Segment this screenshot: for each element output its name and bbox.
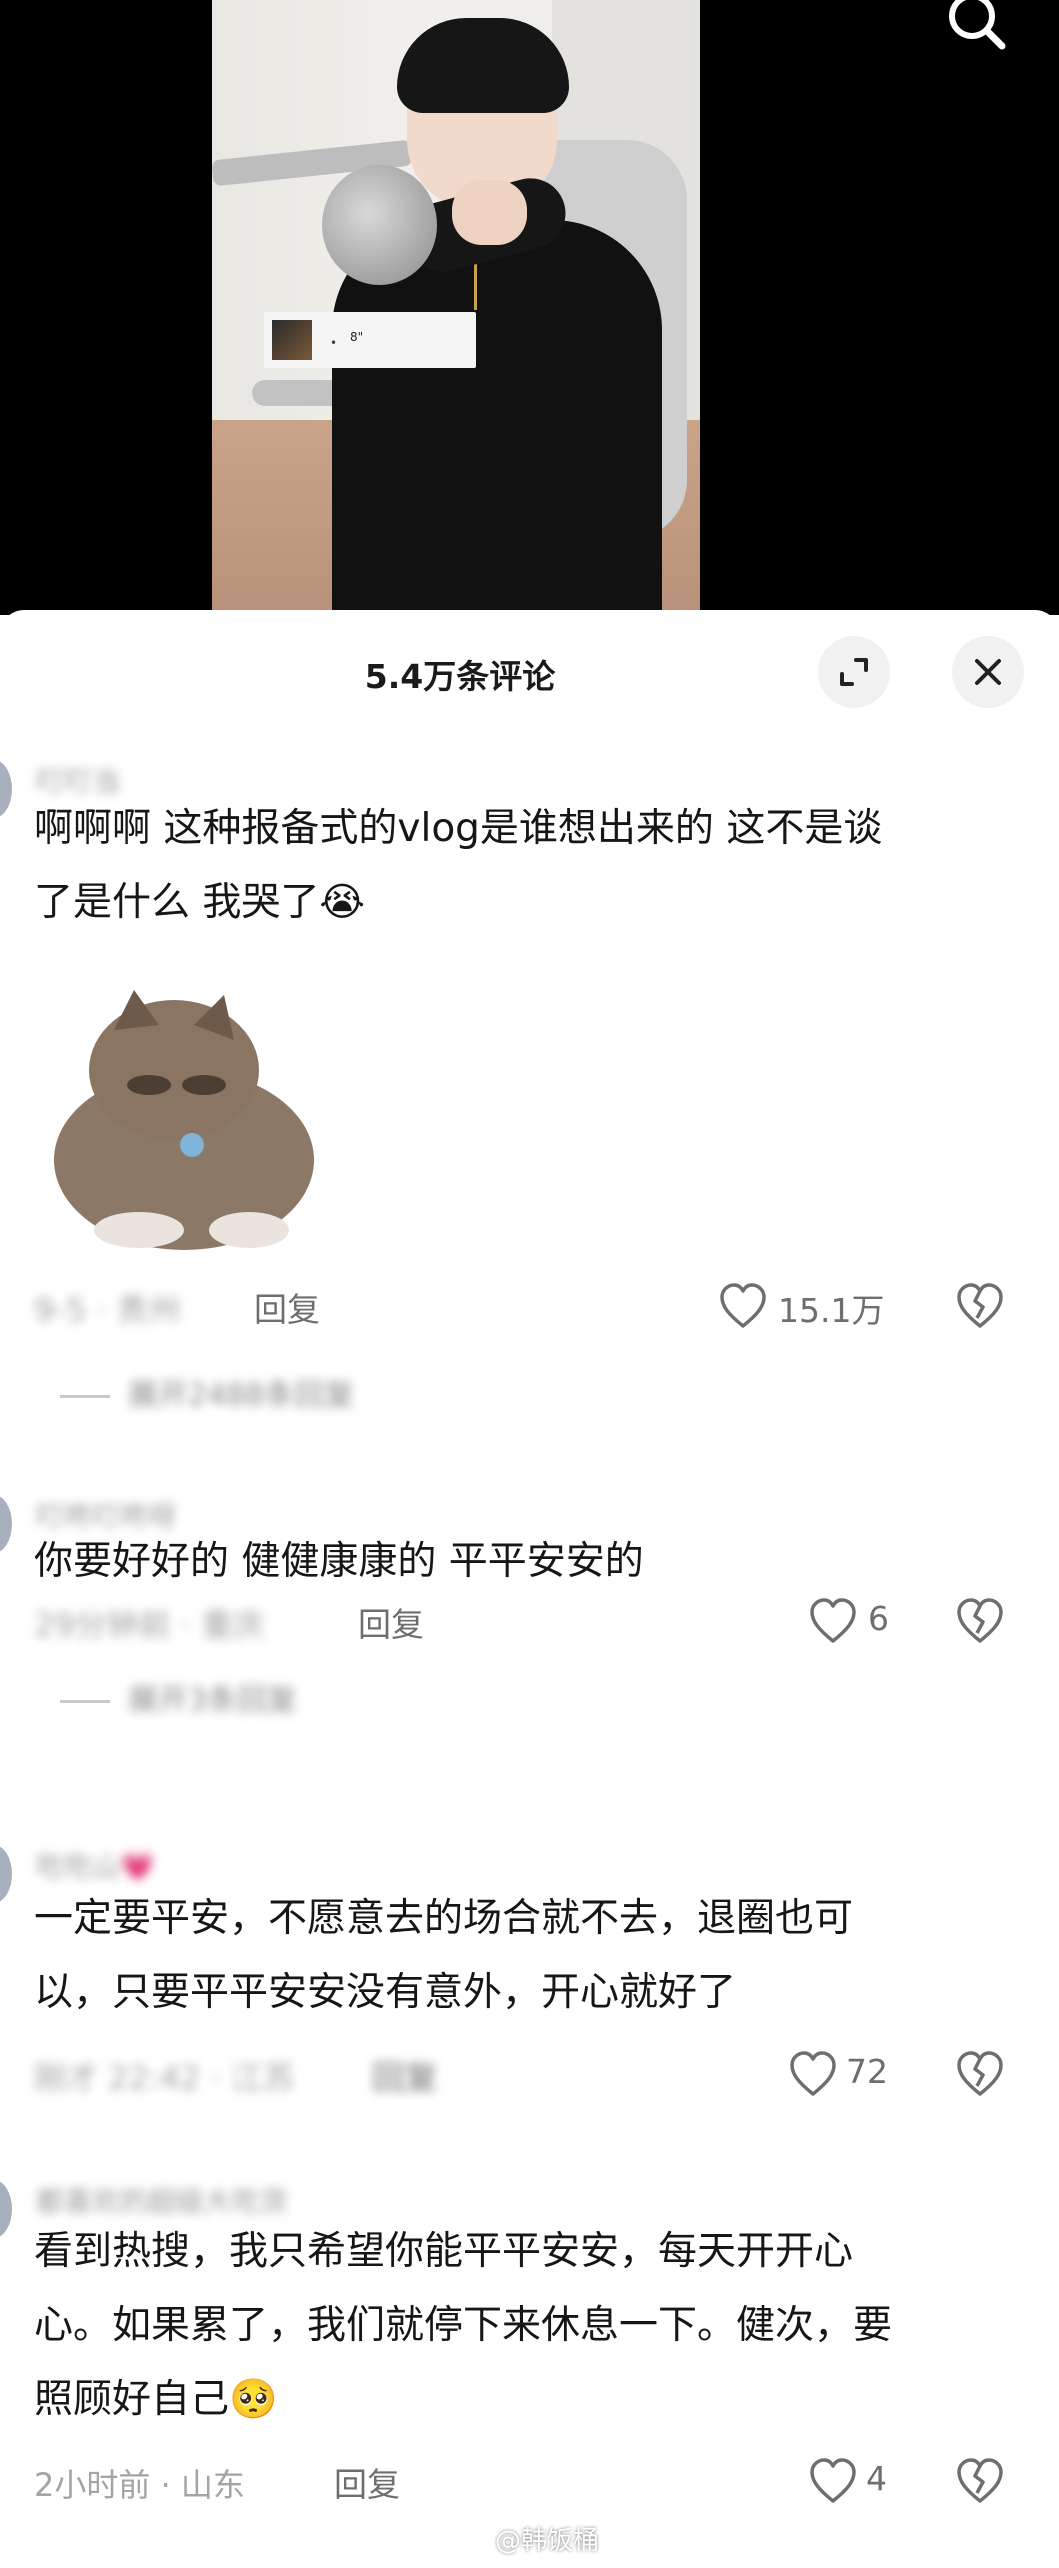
watermark-text: @韩饭桶 — [495, 2526, 600, 2556]
expand-button[interactable] — [818, 636, 890, 708]
comment-item: 吃吃山💗 一定要平安，不愿意去的场合就不去，退圈也可 以，只要平平安安没有意外，… — [0, 1845, 1059, 2165]
expand-replies-button[interactable]: 展开2488条回复 — [60, 1370, 354, 1414]
weibo-logo-icon — [453, 2530, 488, 2555]
comment-time-location: 刚才 22:42 · 江苏 — [34, 2059, 295, 2097]
comment-text-line: 心。如果累了，我们就停下来休息一下。健次，要 — [34, 2303, 893, 2348]
comment-username[interactable]: 吃吃山💗 — [36, 1845, 155, 1885]
avatar[interactable] — [0, 760, 12, 818]
comment-item: 都喜欢的超级大吃货 看到热搜，我只希望你能平平安安，每天开开心 心。如果累了，我… — [0, 2180, 1059, 2560]
avatar[interactable] — [0, 1845, 12, 1903]
comments-count-title: 5.4万条评论 — [364, 657, 556, 696]
video-player[interactable]: • 8" — [0, 0, 1059, 615]
comments-panel: 5.4万条评论 叮叮当 啊啊啊 这种报备式的vlog是谁想出来的 这不是谈 了是… — [0, 610, 1059, 2568]
comment-text-line: 你要好好的 健健康康的 平平安安的 — [34, 1539, 644, 1584]
close-icon — [975, 659, 1001, 685]
search-button[interactable] — [940, 0, 1010, 60]
like-count: 15.1万 — [778, 1291, 885, 1330]
broken-heart-icon[interactable] — [955, 1282, 1005, 1330]
comment-text-line: 了是什么 我哭了😭 — [34, 880, 365, 925]
comment-item: 叮叮当 啊啊啊 这种报备式的vlog是谁想出来的 这不是谈 了是什么 我哭了😭 … — [0, 760, 1059, 1413]
voice-message-dot: • — [330, 336, 338, 350]
comment-time-location: 9-5 · 贵州 — [34, 1291, 181, 1329]
reply-button[interactable]: 回复 — [334, 2458, 400, 2506]
heart-icon[interactable] — [808, 2457, 858, 2505]
video-microphone — [322, 165, 437, 285]
heart-icon[interactable] — [808, 1597, 858, 1645]
expand-replies-dash — [60, 1700, 110, 1703]
comment-text-line: 啊啊啊 这种报备式的vlog是谁想出来的 这不是谈 — [34, 806, 883, 851]
heart-icon[interactable] — [718, 1282, 768, 1330]
comment-text-line: 照顾好自己🥺 — [34, 2377, 278, 2422]
close-button[interactable] — [952, 636, 1024, 708]
comment-time-location: 2小时前 · 山东 — [34, 2466, 245, 2504]
avatar[interactable] — [0, 2180, 12, 2238]
expand-replies-button[interactable]: 展开3条回复 — [60, 1675, 297, 1719]
broken-heart-icon[interactable] — [955, 2457, 1005, 2505]
video-person-hair — [397, 18, 569, 113]
video-person-fist — [452, 180, 527, 245]
expand-replies-label: 展开2488条回复 — [128, 1378, 355, 1413]
comment-username[interactable]: 都喜欢的超级大吃货 — [36, 2180, 288, 2220]
like-count: 6 — [868, 1599, 889, 1638]
voice-message-thumbnail — [272, 320, 312, 360]
heart-icon[interactable] — [788, 2050, 838, 2098]
like-count: 4 — [866, 2459, 887, 2498]
expand-replies-dash — [60, 1395, 110, 1398]
broken-heart-icon[interactable] — [955, 1597, 1005, 1645]
comment-item: 叮咚叮咚呀 你要好好的 健健康康的 平平安安的 29分钟前 · 重庆 回复 6 … — [0, 1495, 1059, 1835]
expand-replies-label: 展开3条回复 — [128, 1683, 298, 1718]
expand-icon — [840, 658, 868, 686]
reply-button[interactable]: 回复 — [254, 1283, 320, 1331]
video-frame[interactable]: • 8" — [212, 0, 700, 615]
broken-heart-icon[interactable] — [955, 2050, 1005, 2098]
voice-message-bubble: • 8" — [264, 312, 476, 368]
reply-button[interactable]: 回复 — [372, 2051, 438, 2099]
avatar[interactable] — [0, 1495, 12, 1553]
comment-text-line: 一定要平安，不愿意去的场合就不去，退圈也可 — [34, 1896, 854, 1941]
like-count: 72 — [846, 2052, 888, 2091]
weibo-watermark: @韩饭桶 — [453, 2520, 599, 2557]
reply-button[interactable]: 回复 — [358, 1598, 424, 1646]
comment-time-location: 29分钟前 · 重庆 — [34, 1606, 266, 1644]
search-icon — [949, 0, 1006, 50]
comment-text-line: 以，只要平平安安没有意外，开心就好了 — [34, 1970, 737, 2015]
voice-message-duration: 8" — [350, 330, 364, 344]
kitten-sticker-image — [54, 990, 314, 1250]
comment-text-line: 看到热搜，我只希望你能平平安安，每天开开心 — [34, 2229, 854, 2274]
